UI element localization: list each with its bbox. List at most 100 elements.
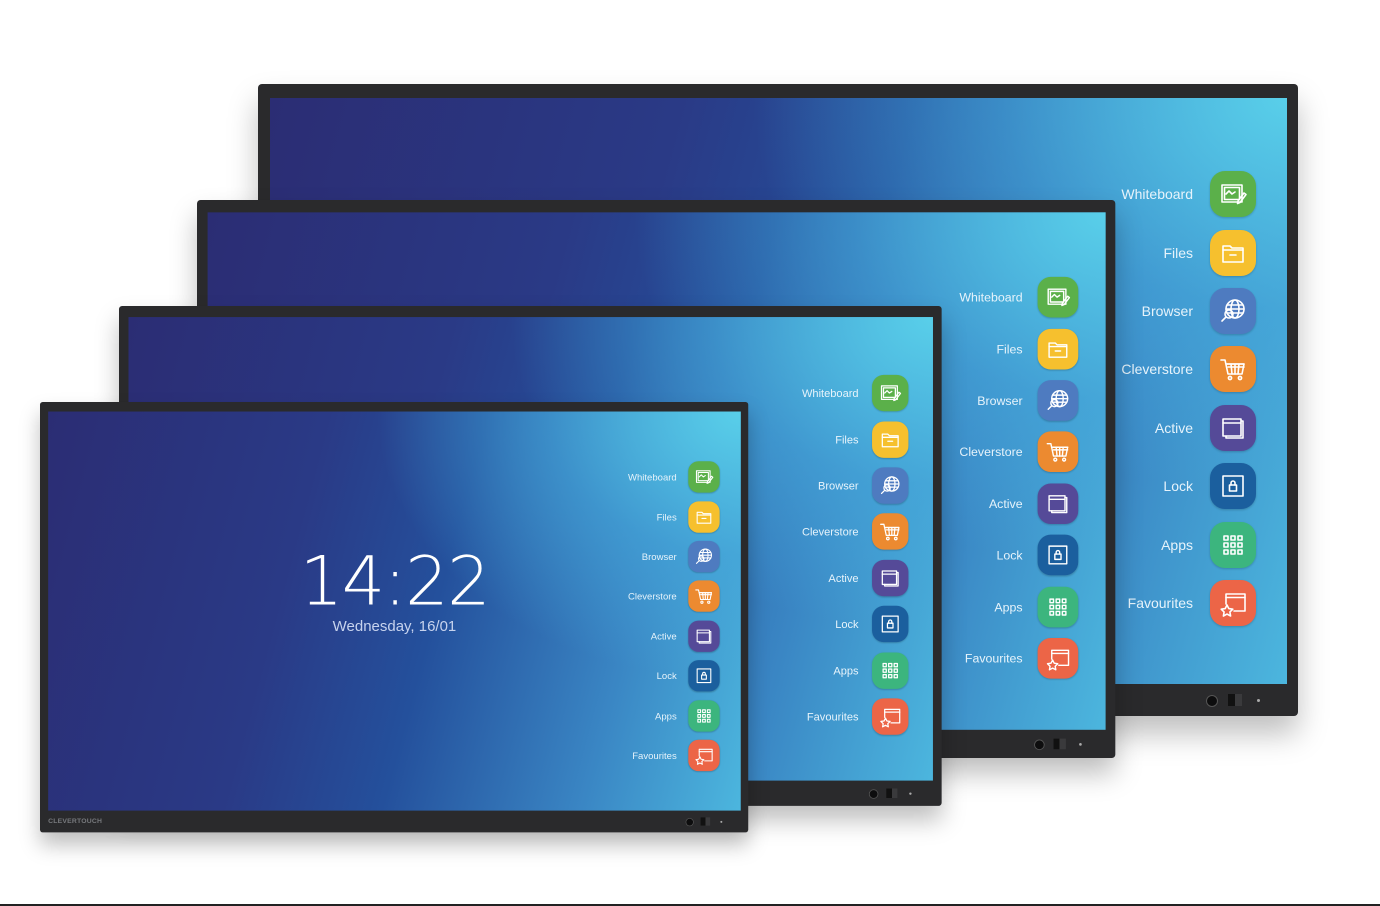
menu-item-label: Apps — [1161, 536, 1193, 553]
menu-item-label: Active — [650, 630, 677, 642]
menu-item-label: Browser — [817, 479, 859, 492]
menu-item-label: Whiteboard — [959, 290, 1023, 305]
power-led-icon — [1079, 743, 1082, 746]
menu-item-apps[interactable]: Apps — [802, 647, 909, 693]
whiteboard-icon[interactable] — [1037, 276, 1079, 318]
menu-item-browser[interactable]: Browser — [802, 462, 909, 508]
whiteboard-icon[interactable] — [688, 461, 720, 493]
menu-item-favourites[interactable]: Favourites — [802, 693, 909, 739]
star-window-icon[interactable] — [872, 698, 909, 735]
menu-item-favourites[interactable]: Favourites — [959, 632, 1079, 684]
screen[interactable]: 14:22 Wednesday, 16/01 Whiteboard Files Brow… — [48, 411, 741, 811]
menu-item-lock[interactable]: Lock — [802, 601, 909, 647]
menu-item-active[interactable]: Active — [959, 478, 1079, 530]
menu-item-label: Lock — [656, 670, 677, 682]
menu-item-files[interactable]: Files — [628, 497, 720, 537]
sensor-icon — [700, 817, 711, 826]
shopping-cart-icon[interactable] — [872, 513, 909, 550]
menu-item-lock[interactable]: Lock — [959, 529, 1079, 581]
menu-item-label: Files — [656, 511, 677, 523]
shopping-cart-icon[interactable] — [1210, 346, 1256, 393]
windows-icon[interactable] — [872, 559, 909, 597]
folder-icon[interactable] — [872, 421, 909, 458]
menu-item-whiteboard[interactable]: Whiteboard — [1121, 165, 1256, 223]
star-window-icon[interactable] — [1037, 637, 1079, 679]
menu-item-files[interactable]: Files — [1121, 223, 1256, 281]
folder-icon[interactable] — [1037, 328, 1079, 370]
windows-icon[interactable] — [688, 620, 720, 652]
whiteboard-icon[interactable] — [1210, 171, 1256, 218]
menu-item-whiteboard[interactable]: Whiteboard — [628, 457, 720, 497]
menu-item-lock[interactable]: Lock — [628, 656, 720, 696]
menu-item-cleverstore[interactable]: Cleverstore — [628, 576, 720, 616]
folder-icon[interactable] — [1210, 229, 1256, 276]
menu-item-browser[interactable]: Browser — [628, 537, 720, 577]
grid-icon[interactable] — [1037, 586, 1079, 627]
menu-item-apps[interactable]: Apps — [628, 696, 720, 736]
menu-item-label: Apps — [833, 663, 859, 677]
menu-item-label: Lock — [996, 548, 1023, 563]
menu-item-label: Browser — [641, 551, 677, 563]
menu-item-label: Favourites — [964, 651, 1023, 666]
menu-item-lock[interactable]: Lock — [1121, 457, 1256, 515]
windows-icon[interactable] — [1037, 483, 1079, 524]
brand-logo: CLEVERTOUCH — [48, 817, 103, 825]
menu-item-browser[interactable]: Browser — [1121, 282, 1256, 340]
menu-item-whiteboard[interactable]: Whiteboard — [959, 272, 1079, 324]
menu-item-label: Files — [1163, 244, 1193, 261]
menu-item-apps[interactable]: Apps — [959, 581, 1079, 633]
globe-search-icon[interactable] — [872, 467, 909, 504]
menu-item-active[interactable]: Active — [802, 555, 909, 601]
sensor-icon — [1228, 694, 1242, 706]
lock-icon[interactable] — [1037, 534, 1079, 576]
camera-icon — [1206, 695, 1218, 707]
windows-icon[interactable] — [1210, 404, 1256, 451]
menu-item-label: Browser — [1141, 302, 1193, 319]
grid-icon[interactable] — [1210, 521, 1256, 568]
side-menu: Whiteboard Files Browser Cleverstore Active L… — [959, 272, 1079, 684]
whiteboard-icon[interactable] — [872, 374, 909, 412]
power-led-icon — [1257, 699, 1260, 702]
menu-item-browser[interactable]: Browser — [959, 375, 1079, 427]
globe-search-icon[interactable] — [688, 540, 720, 573]
power-led-icon — [909, 792, 912, 795]
menu-item-cleverstore[interactable]: Cleverstore — [801, 509, 909, 555]
menu-item-cleverstore[interactable]: Cleverstore — [959, 426, 1079, 478]
menu-item-label: Cleverstore — [627, 590, 677, 602]
menu-item-active[interactable]: Active — [628, 616, 720, 656]
camera-icon — [1034, 739, 1045, 751]
globe-search-icon[interactable] — [1037, 380, 1079, 421]
menu-item-label: Files — [835, 433, 859, 446]
folder-icon[interactable] — [688, 501, 720, 533]
menu-item-label: Lock — [1163, 478, 1193, 495]
shopping-cart-icon[interactable] — [1037, 431, 1079, 473]
menu-item-files[interactable]: Files — [959, 323, 1079, 375]
lock-icon[interactable] — [872, 605, 909, 643]
bottom-bezel: CLEVERTOUCH — [40, 811, 748, 833]
menu-item-apps[interactable]: Apps — [1121, 515, 1256, 573]
menu-item-files[interactable]: Files — [802, 416, 909, 462]
menu-item-label: Whiteboard — [1121, 186, 1193, 203]
menu-item-label: Files — [996, 341, 1023, 356]
menu-item-label: Browser — [977, 393, 1023, 408]
menu-item-favourites[interactable]: Favourites — [1121, 574, 1256, 632]
star-window-icon[interactable] — [1210, 579, 1256, 626]
menu-item-active[interactable]: Active — [1121, 399, 1256, 457]
menu-item-cleverstore[interactable]: Cleverstore — [1121, 340, 1256, 398]
menu-item-label: Favourites — [632, 749, 677, 761]
lock-icon[interactable] — [688, 660, 720, 692]
globe-search-icon[interactable] — [1210, 287, 1256, 334]
menu-item-label: Cleverstore — [801, 525, 859, 539]
menu-item-label: Apps — [654, 710, 677, 722]
star-window-icon[interactable] — [688, 739, 720, 772]
grid-icon[interactable] — [872, 652, 909, 689]
grid-icon[interactable] — [688, 699, 720, 732]
side-menu: Whiteboard Files Browser Cleverstore Active L… — [628, 457, 720, 775]
menu-item-favourites[interactable]: Favourites — [628, 736, 720, 776]
shopping-cart-icon[interactable] — [688, 580, 720, 612]
menu-item-label: Whiteboard — [627, 471, 677, 483]
camera-icon — [868, 789, 879, 799]
lock-icon[interactable] — [1210, 463, 1256, 510]
menu-item-whiteboard[interactable]: Whiteboard — [802, 370, 909, 416]
menu-item-label: Favourites — [1127, 594, 1193, 611]
